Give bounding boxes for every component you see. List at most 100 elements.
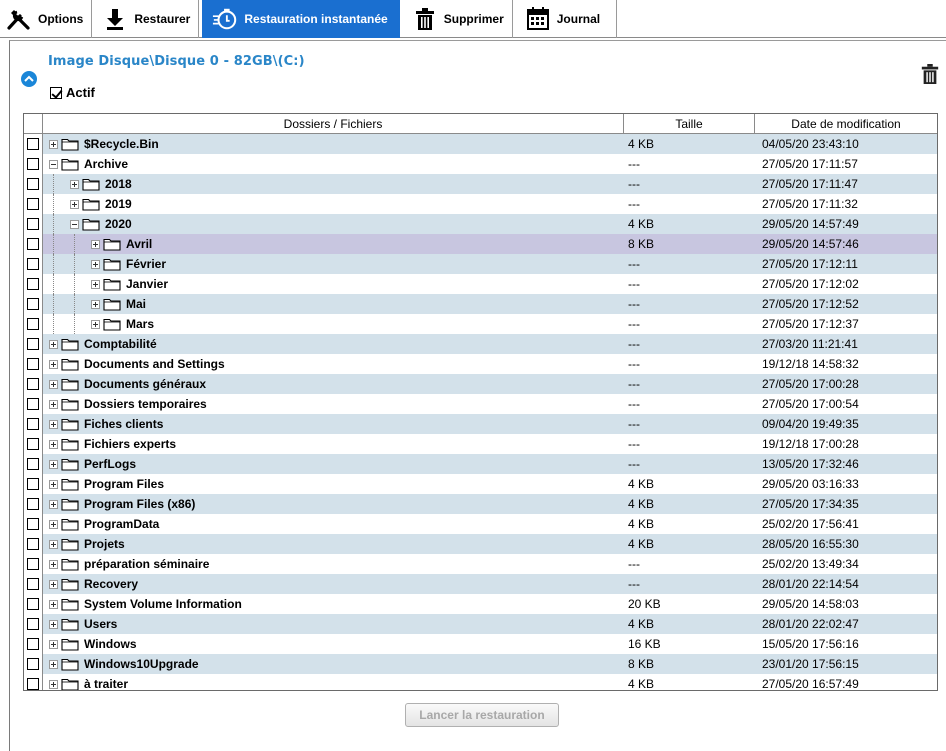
table-row[interactable]: Users 4 KB 28/01/20 22:02:47 [24,614,937,634]
row-checkbox[interactable] [27,238,39,250]
row-checkbox[interactable] [27,338,39,350]
table-row[interactable]: ProgramData 4 KB 25/02/20 17:56:41 [24,514,937,534]
table-row[interactable]: à traiter 4 KB 27/05/20 16:57:49 [24,674,937,690]
item-name[interactable]: Program Files (x86) [84,497,195,511]
row-checkbox[interactable] [27,678,39,690]
table-row[interactable]: Février --- 27/05/20 17:12:11 [24,254,937,274]
row-checkbox[interactable] [27,438,39,450]
item-name[interactable]: Windows10Upgrade [84,657,199,671]
row-checkbox[interactable] [27,278,39,290]
item-name[interactable]: Mars [126,317,154,331]
item-name[interactable]: Février [126,257,166,271]
row-checkbox[interactable] [27,638,39,650]
launch-restore-button[interactable]: Lancer la restauration [405,703,559,727]
expand-node-icon[interactable] [49,579,58,589]
expand-node-icon[interactable] [49,399,58,409]
expand-node-icon[interactable] [70,199,79,209]
table-row[interactable]: 2020 4 KB 29/05/20 14:57:49 [24,214,937,234]
item-name[interactable]: Projets [84,537,125,551]
table-row[interactable]: PerfLogs --- 13/05/20 17:32:46 [24,454,937,474]
item-name[interactable]: Mai [126,297,146,311]
expand-node-icon[interactable] [49,499,58,509]
table-row[interactable]: Avril 8 KB 29/05/20 14:57:46 [24,234,937,254]
table-row[interactable]: préparation séminaire --- 25/02/20 13:49:3… [24,554,937,574]
expand-node-icon[interactable] [49,539,58,549]
options-button[interactable]: Options [0,0,93,38]
header-name[interactable]: Dossiers / Fichiers [43,114,624,133]
item-name[interactable]: Avril [126,237,152,251]
item-name[interactable]: $Recycle.Bin [84,137,159,151]
table-row[interactable]: Fiches clients --- 09/04/20 19:49:35 [24,414,937,434]
table-row[interactable]: Projets 4 KB 28/05/20 16:55:30 [24,534,937,554]
row-checkbox[interactable] [27,578,39,590]
row-checkbox[interactable] [27,218,39,230]
item-name[interactable]: System Volume Information [84,597,242,611]
table-row[interactable]: Documents and Settings --- 19/12/18 14:58:… [24,354,937,374]
expand-node-icon[interactable] [70,179,79,189]
row-checkbox[interactable] [27,198,39,210]
expand-node-icon[interactable] [49,419,58,429]
row-checkbox[interactable] [27,158,39,170]
expand-node-icon[interactable] [49,339,58,349]
table-row[interactable]: 2018 --- 27/05/20 17:11:47 [24,174,937,194]
table-row[interactable]: 2019 --- 27/05/20 17:11:32 [24,194,937,214]
table-row[interactable]: Program Files (x86) 4 KB 27/05/20 17:34:35 [24,494,937,514]
row-checkbox[interactable] [27,598,39,610]
expand-node-icon[interactable] [91,239,100,249]
expand-node-icon[interactable] [49,479,58,489]
expand-node-icon[interactable] [49,559,58,569]
expand-node-icon[interactable] [49,679,58,689]
item-name[interactable]: Comptabilité [84,337,157,351]
expand-node-icon[interactable] [91,299,100,309]
item-name[interactable]: Program Files [84,477,164,491]
collapse-node-icon[interactable] [49,159,58,169]
row-checkbox[interactable] [27,558,39,570]
row-checkbox[interactable] [27,518,39,530]
expand-node-icon[interactable] [49,639,58,649]
collapse-node-icon[interactable] [70,219,79,229]
row-checkbox[interactable] [27,418,39,430]
table-row[interactable]: Comptabilité --- 27/03/20 11:21:41 [24,334,937,354]
restaurer-button[interactable]: Restaurer [92,0,200,38]
row-checkbox[interactable] [27,318,39,330]
row-checkbox[interactable] [27,178,39,190]
item-name[interactable]: Windows [84,637,137,651]
row-checkbox[interactable] [27,138,39,150]
table-row[interactable]: Fichiers experts --- 19/12/18 17:00:28 [24,434,937,454]
header-size[interactable]: Taille [624,114,755,133]
row-checkbox[interactable] [27,618,39,630]
row-checkbox[interactable] [27,478,39,490]
table-row[interactable]: System Volume Information 20 KB 29/05/20 1… [24,594,937,614]
item-name[interactable]: Janvier [126,277,168,291]
expand-node-icon[interactable] [91,259,100,269]
table-row[interactable]: Program Files 4 KB 29/05/20 03:16:33 [24,474,937,494]
header-date[interactable]: Date de modification [755,114,937,133]
row-checkbox[interactable] [27,458,39,470]
expand-node-icon[interactable] [49,519,58,529]
expand-node-icon[interactable] [49,459,58,469]
supprimer-button[interactable]: Supprimer [400,0,513,38]
expand-node-icon[interactable] [91,319,100,329]
table-row[interactable]: Archive --- 27/05/20 17:11:57 [24,154,937,174]
table-row[interactable]: Janvier --- 27/05/20 17:12:02 [24,274,937,294]
expand-node-icon[interactable] [49,619,58,629]
row-checkbox[interactable] [27,398,39,410]
collapse-icon[interactable] [21,71,37,87]
item-name[interactable]: ProgramData [84,517,159,531]
row-checkbox[interactable] [27,258,39,270]
table-row[interactable]: Mars --- 27/05/20 17:12:37 [24,314,937,334]
expand-node-icon[interactable] [49,659,58,669]
actif-checkbox[interactable]: Actif [50,85,95,100]
expand-node-icon[interactable] [49,599,58,609]
item-name[interactable]: Fiches clients [84,417,163,431]
expand-node-icon[interactable] [49,359,58,369]
table-row[interactable]: $Recycle.Bin 4 KB 04/05/20 23:43:10 [24,134,937,154]
item-name[interactable]: 2018 [105,177,132,191]
journal-button[interactable]: Journal [513,0,618,38]
item-name[interactable]: Archive [84,157,128,171]
table-row[interactable]: Recovery --- 28/01/20 22:14:54 [24,574,937,594]
item-name[interactable]: Documents and Settings [84,357,225,371]
row-checkbox[interactable] [27,378,39,390]
expand-node-icon[interactable] [49,379,58,389]
row-checkbox[interactable] [27,538,39,550]
